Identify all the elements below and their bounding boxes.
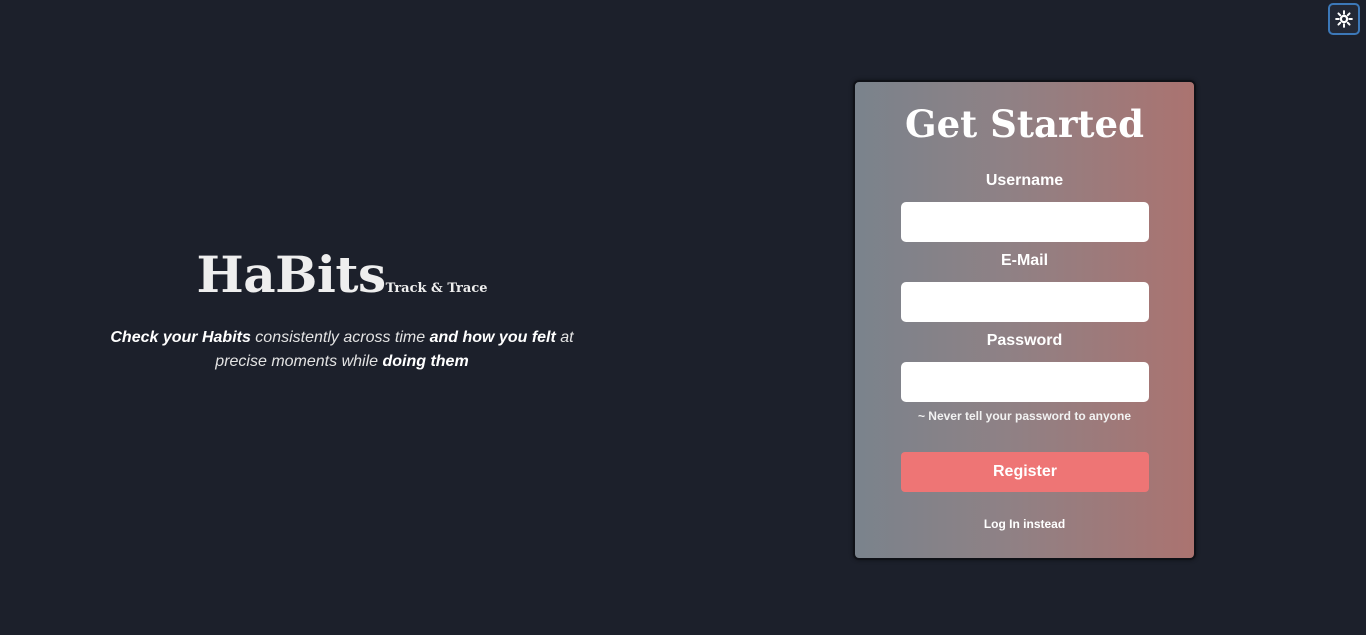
password-label: Password (986, 332, 1063, 349)
brand-tagline: Track & Trace (385, 281, 488, 296)
description-emphasis-habits: Check your Habits (110, 329, 251, 346)
sun-icon (1335, 10, 1353, 28)
brand-heading: HaBitsTrack & Trace (100, 250, 584, 310)
form-title: Get Started (905, 102, 1144, 146)
hero-description: Check your Habits consistently across ti… (100, 326, 584, 374)
password-hint: ~ Never tell your password to anyone (917, 409, 1132, 423)
username-label: Username (985, 172, 1064, 189)
username-input[interactable] (901, 202, 1149, 242)
hero-section: HaBitsTrack & Trace Check your Habits co… (100, 250, 584, 374)
email-input[interactable] (901, 282, 1149, 322)
brand-title: HaBits (196, 245, 386, 304)
email-label: E-Mail (1000, 252, 1049, 269)
login-instead-link[interactable]: Log In instead (855, 517, 1194, 531)
description-emphasis-doing: doing them (382, 353, 469, 370)
register-button[interactable]: Register (901, 452, 1149, 492)
description-text-consistently: consistently across time (250, 329, 430, 346)
register-card: Get Started Username E-Mail Password ~ N… (853, 80, 1196, 560)
page: HaBitsTrack & Trace Check your Habits co… (0, 0, 1366, 635)
theme-toggle-button[interactable] (1328, 3, 1360, 35)
description-emphasis-felt: and how you felt (429, 329, 556, 346)
password-input[interactable] (901, 362, 1149, 402)
